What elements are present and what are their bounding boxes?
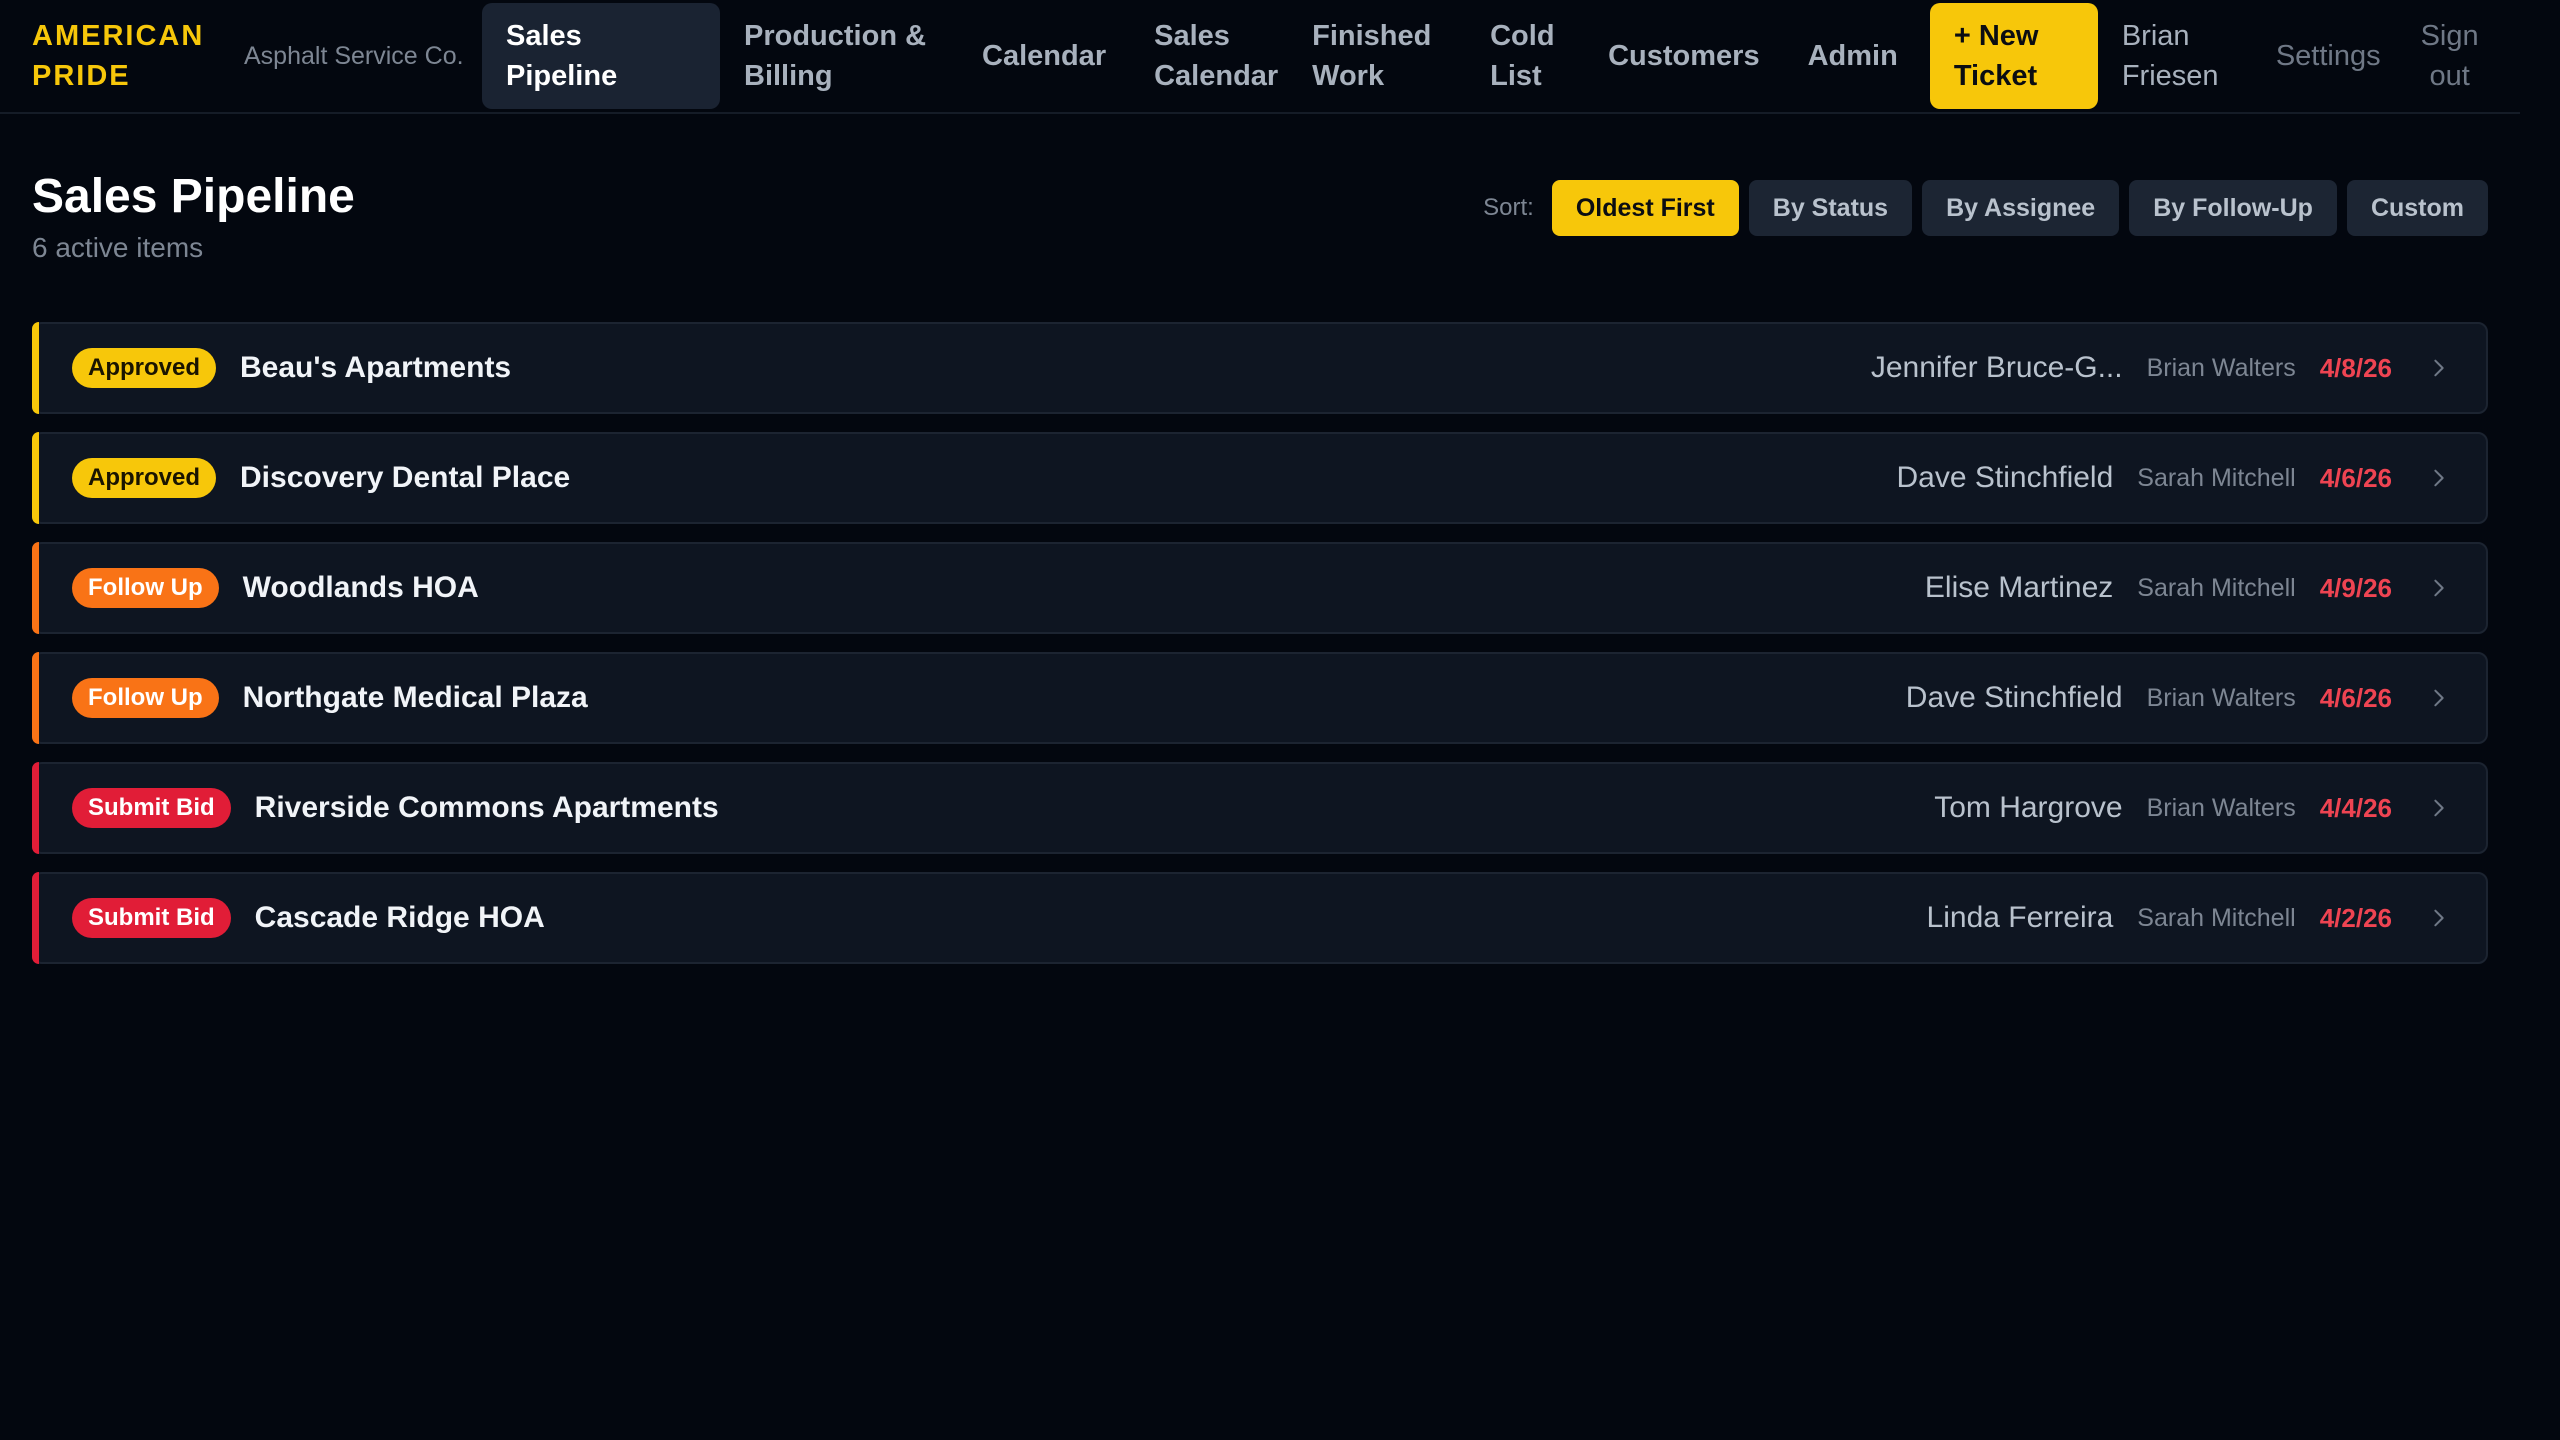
status-accent-bar (32, 652, 39, 744)
page-title: Sales Pipeline (32, 170, 355, 223)
top-nav: AMERICAN PRIDE Asphalt Service Co. Sales… (0, 0, 2520, 114)
settings-link[interactable]: Settings (2258, 36, 2399, 76)
job-name: Beau's Apartments (240, 351, 512, 384)
nav-label: Finished Work (1312, 20, 1432, 92)
job-name: Discovery Dental Place (240, 461, 571, 494)
pipeline-row[interactable]: Follow Up Woodlands HOA Elise Martinez S… (32, 542, 2488, 634)
nav-label: Production & Billing (744, 20, 927, 92)
sort-by-assignee-button[interactable]: By Assignee (1922, 180, 2120, 236)
status-badge: Approved (72, 458, 217, 498)
contact-name: Dave Stinchfield (1896, 461, 2114, 494)
assignee-name: Brian Walters (2146, 683, 2296, 712)
nav-label: Customers (1608, 40, 1760, 72)
nav-sales-calendar[interactable]: Sales Calendar (1130, 3, 1288, 109)
nav-label: Sales Calendar (1154, 20, 1279, 92)
status-badge: Submit Bid (72, 788, 231, 828)
sort-by-status-button[interactable]: By Status (1748, 180, 1913, 236)
job-name: Cascade Ridge HOA (254, 901, 545, 934)
brand-logo[interactable]: AMERICAN PRIDE (32, 16, 230, 96)
chevron-right-icon (2428, 467, 2450, 489)
job-name: Riverside Commons Apartments (254, 791, 719, 824)
nav-sales-pipeline[interactable]: Sales Pipeline (482, 3, 720, 109)
status-accent-bar (32, 762, 39, 854)
status-badge: Follow Up (72, 568, 219, 608)
sort-oldest-first-button[interactable]: Oldest First (1551, 180, 1739, 236)
status-accent-bar (32, 322, 39, 414)
pipeline-row[interactable]: Submit Bid Cascade Ridge HOA Linda Ferre… (32, 872, 2488, 964)
new-ticket-button[interactable]: + New Ticket (1929, 3, 2098, 109)
nav-label: Calendar (982, 40, 1107, 72)
contact-name: Elise Martinez (1924, 571, 2114, 604)
nav-calendar[interactable]: Calendar (958, 3, 1130, 109)
nav-label: Sales Pipeline (506, 20, 618, 92)
active-count: 6 active items (32, 232, 204, 263)
assignee-name: Brian Walters (2146, 353, 2296, 382)
sign-out-link[interactable]: Sign out (2399, 16, 2491, 96)
nav-customers[interactable]: Customers (1584, 3, 1784, 109)
chevron-right-icon (2428, 577, 2450, 599)
job-name: Woodlands HOA (242, 571, 479, 604)
follow-up-date: 4/2/26 (2319, 902, 2392, 933)
pipeline-row[interactable]: Approved Beau's Apartments Jennifer Bruc… (32, 322, 2488, 414)
nav-label: Admin (1807, 40, 1898, 72)
follow-up-date: 4/9/26 (2319, 572, 2392, 603)
chevron-right-icon (2428, 357, 2450, 379)
new-ticket-label: + New Ticket (1953, 20, 2039, 92)
job-name: Northgate Medical Plaza (242, 681, 588, 714)
status-badge: Submit Bid (72, 898, 231, 938)
follow-up-date: 4/6/26 (2319, 682, 2392, 713)
pipeline-row[interactable]: Approved Discovery Dental Place Dave Sti… (32, 432, 2488, 524)
contact-name: Linda Ferreira (1926, 901, 2114, 934)
status-accent-bar (32, 542, 39, 634)
nav-label: Cold List (1490, 20, 1555, 92)
status-badge: Follow Up (72, 678, 219, 718)
page-header: Sales Pipeline 6 active items Sort: Olde… (0, 114, 2520, 322)
contact-name: Tom Hargrove (1934, 791, 2123, 824)
chevron-right-icon (2428, 797, 2450, 819)
assignee-name: Sarah Mitchell (2137, 903, 2296, 932)
follow-up-date: 4/4/26 (2319, 792, 2392, 823)
follow-up-date: 4/6/26 (2319, 462, 2392, 493)
sort-by-follow-up-button[interactable]: By Follow-Up (2129, 180, 2337, 236)
nav-admin[interactable]: Admin (1784, 3, 1922, 109)
assignee-name: Brian Walters (2146, 793, 2296, 822)
follow-up-date: 4/8/26 (2319, 352, 2392, 383)
contact-name: Jennifer Bruce-G... (1870, 351, 2123, 384)
pipeline-row[interactable]: Submit Bid Riverside Commons Apartments … (32, 762, 2488, 854)
chevron-right-icon (2428, 907, 2450, 929)
sort-label: Sort: (1483, 194, 1534, 221)
sort-custom-button[interactable]: Custom (2346, 180, 2488, 236)
contact-name: Dave Stinchfield (1905, 681, 2123, 714)
sort-bar: Sort: Oldest First By Status By Assignee… (1483, 180, 2488, 236)
assignee-name: Sarah Mitchell (2137, 573, 2296, 602)
assignee-name: Sarah Mitchell (2137, 463, 2296, 492)
nav-production-billing[interactable]: Production & Billing (720, 3, 958, 109)
app-root: AMERICAN PRIDE Asphalt Service Co. Sales… (0, 0, 2520, 1440)
user-name[interactable]: Brian Friesen (2098, 16, 2258, 96)
status-accent-bar (32, 432, 39, 524)
status-badge: Approved (72, 348, 217, 388)
company-name: Asphalt Service Co. (244, 41, 464, 70)
title-block: Sales Pipeline 6 active items (32, 168, 355, 264)
status-accent-bar (32, 872, 39, 964)
nav-finished-work[interactable]: Finished Work (1288, 3, 1466, 109)
nav-cold-list[interactable]: Cold List (1466, 3, 1584, 109)
chevron-right-icon (2428, 687, 2450, 709)
pipeline-row[interactable]: Follow Up Northgate Medical Plaza Dave S… (32, 652, 2488, 744)
pipeline-list: Approved Beau's Apartments Jennifer Bruc… (0, 322, 2520, 964)
